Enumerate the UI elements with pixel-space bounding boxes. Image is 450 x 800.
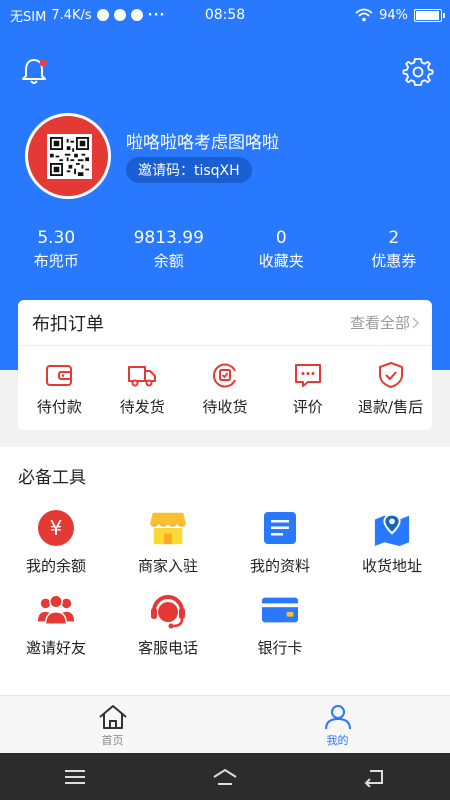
shop-icon	[149, 512, 187, 545]
order-item-label: 评价	[292, 398, 323, 416]
tab-mine[interactable]: 我的	[225, 696, 450, 753]
orders-card: 布扣订单 查看全部 待付款 待发货 待收货 评价 退款/售后	[18, 300, 432, 430]
stat-coupons[interactable]: 2 优惠券	[338, 228, 450, 271]
home-icon	[98, 705, 127, 729]
tool-invite-friends[interactable]: 邀请好友	[0, 591, 112, 658]
tool-label: 商家入驻	[137, 557, 198, 575]
order-item-label: 退款/售后	[358, 398, 424, 416]
yen-icon: ¥	[38, 510, 74, 546]
status-bar: 无SIM 7.4K/s ··· 08:58 94%	[0, 0, 450, 30]
tab-label: 首页	[101, 734, 124, 747]
battery-percent: 94%	[379, 7, 408, 23]
tool-bank-card[interactable]: 银行卡	[224, 591, 336, 658]
tool-label: 邀请好友	[25, 639, 86, 657]
tool-label: 我的余额	[25, 557, 86, 575]
stat-value: 2	[388, 228, 400, 248]
wallet-icon	[46, 365, 73, 386]
order-item-label: 待收货	[202, 398, 248, 416]
view-all-label: 查看全部	[349, 314, 410, 332]
tools-section: 必备工具 ¥ 我的余额 商家入驻 我的资料 收货地址 邀请好友 客服电话 银行卡	[0, 447, 450, 695]
account-stats: 5.30 布兜币 9813.99 余额 0 收藏夹 2 优惠券	[0, 228, 450, 271]
orders-title: 布扣订单	[32, 313, 104, 335]
tool-shipping-address[interactable]: 收货地址	[336, 509, 448, 576]
view-all-orders-link[interactable]: 查看全部	[350, 312, 420, 333]
stat-balance[interactable]: 9813.99 余额	[113, 228, 226, 271]
chevron-right-icon	[412, 316, 420, 329]
svg-text:¥: ¥	[50, 516, 63, 540]
order-pending-payment[interactable]: 待付款	[18, 360, 101, 417]
receive-icon	[212, 363, 236, 388]
user-name: 啦咯啦咯考虑图咯啦	[126, 133, 279, 153]
comment-icon	[294, 364, 321, 387]
tool-label: 客服电话	[137, 639, 198, 657]
stat-label: 优惠券	[371, 252, 417, 270]
bank-card-icon	[261, 597, 299, 623]
user-icon	[324, 705, 351, 730]
stat-value: 9813.99	[133, 228, 204, 248]
avatar[interactable]	[25, 113, 111, 199]
order-review[interactable]: 评价	[266, 360, 349, 417]
battery-icon	[414, 8, 445, 22]
invite-code-badge[interactable]: 邀请码：tisqXH	[126, 157, 252, 183]
shield-icon	[378, 362, 403, 388]
gear-icon[interactable]	[402, 55, 434, 87]
tool-customer-service[interactable]: 客服电话	[112, 591, 224, 658]
orders-header: 布扣订单 查看全部	[18, 300, 432, 346]
tab-label: 我的	[326, 734, 349, 747]
order-item-label: 待发货	[119, 398, 165, 416]
stat-favorites[interactable]: 0 收藏夹	[225, 228, 338, 271]
stat-label: 收藏夹	[258, 252, 304, 270]
tool-label: 我的资料	[249, 557, 310, 575]
wifi-icon	[355, 8, 373, 22]
tool-my-profile[interactable]: 我的资料	[224, 509, 336, 576]
order-item-label: 待付款	[36, 398, 82, 416]
bell-icon[interactable]	[18, 55, 50, 87]
order-pending-receipt[interactable]: 待收货	[184, 360, 267, 417]
tool-my-balance[interactable]: ¥ 我的余额	[0, 509, 112, 576]
tool-merchant-join[interactable]: 商家入驻	[112, 509, 224, 576]
home-nav-icon[interactable]	[212, 767, 238, 787]
tool-label: 收货地址	[361, 557, 422, 575]
menu-icon[interactable]	[62, 767, 88, 787]
order-pending-shipment[interactable]: 待发货	[101, 360, 184, 417]
friends-icon	[37, 594, 75, 625]
stat-value: 0	[275, 228, 287, 248]
stat-label: 余额	[153, 252, 184, 270]
headset-icon	[151, 595, 185, 629]
tab-home[interactable]: 首页	[0, 696, 225, 753]
back-icon[interactable]	[362, 767, 388, 787]
document-icon	[264, 512, 296, 544]
stat-coins[interactable]: 5.30 布兜币	[0, 228, 113, 271]
tools-title: 必备工具	[18, 468, 86, 488]
order-refund[interactable]: 退款/售后	[349, 360, 432, 417]
tool-label: 银行卡	[257, 639, 303, 657]
map-pin-icon	[374, 513, 410, 547]
qr-code-image	[47, 134, 92, 179]
system-navigation-bar	[0, 753, 450, 800]
bottom-tab-bar: 首页 我的	[0, 695, 450, 753]
stat-label: 布兜币	[33, 252, 79, 270]
stat-value: 5.30	[37, 228, 76, 248]
truck-icon	[128, 366, 157, 387]
